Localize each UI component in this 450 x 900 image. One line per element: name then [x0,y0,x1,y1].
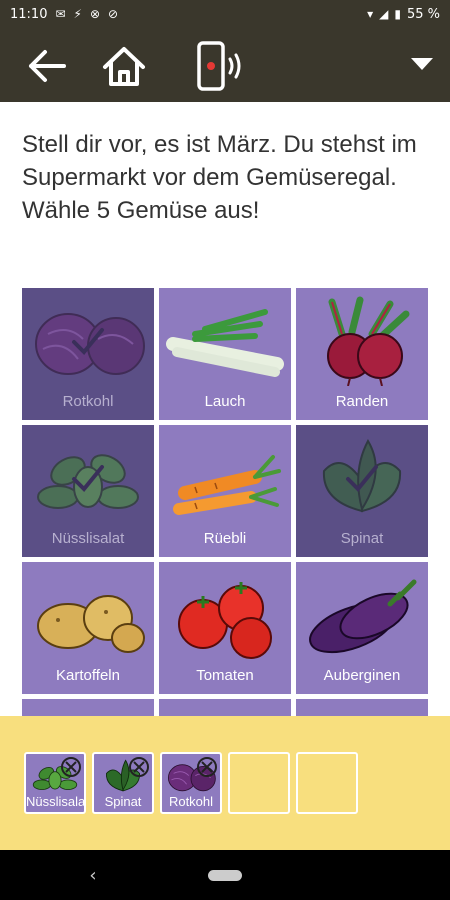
vegetable-tile[interactable]: Lauch [159,288,291,420]
vegetable-label: Rüebli [203,530,247,547]
blocked-icon: ⊗ [89,7,101,21]
vegetable-label: Auberginen [323,667,401,684]
eggplant-icon [309,579,417,654]
task-prompt: Stell dir vor, es ist März. Du stehst im… [22,131,417,224]
bolt-icon: ⚡ [73,7,82,21]
vegetable-label: Kartoffeln [56,667,120,684]
selection-tray: Nüsslisalat Spinat Rotkohl [0,716,450,850]
messages-icon: ✉ [55,7,66,21]
vegetable-label: Spinat [340,530,384,547]
selected-slot[interactable]: Spinat [92,752,154,814]
tomato-icon [178,582,272,659]
remove-icon[interactable] [128,756,150,778]
signal-icon: ◢ [379,7,389,21]
status-bar: 11:10 ✉ ⚡ ⊗ ⊘ ▾ ◢ ▮ 55 % [0,0,450,28]
vegetable-tile[interactable]: Tomaten [159,562,291,694]
empty-slot [296,752,358,814]
remove-icon[interactable] [196,756,218,778]
vegetable-tile[interactable]: Randen [296,288,428,420]
home-button[interactable] [98,42,150,90]
triangle-down-icon [411,58,433,70]
wifi-icon: ▾ [367,7,374,21]
menu-dropdown-button[interactable] [406,52,438,76]
no-entry-icon: ⊘ [108,7,119,21]
vegetable-label: Tomaten [196,667,254,684]
vegetable-label: Lauch [204,393,246,410]
arrow-left-icon [29,50,66,82]
app-bar [0,28,450,102]
selected-slot[interactable]: Rotkohl [160,752,222,814]
vegetable-tile[interactable]: Spinat [296,425,428,557]
checkmark-icon [346,465,378,492]
vegetable-tile[interactable]: Kartoffeln [22,562,154,694]
phone-vibrate-icon [197,41,241,91]
back-button[interactable] [22,44,72,88]
vegetable-label: Nüsslisalat [51,530,125,547]
nav-home-pill[interactable] [208,870,242,881]
vegetable-tile[interactable]: Rüebli [159,425,291,557]
vegetable-grid: Rotkohl Lauch Randen Nüsslisalat Rüebli Spina… [22,288,430,718]
clock: 11:10 [10,6,48,22]
checkmark-icon [72,328,104,355]
system-nav-bar: ‹ [0,850,450,900]
vegetable-tile[interactable]: Nüsslisalat [22,425,154,557]
slot-label: Rotkohl [168,794,214,809]
vegetable-tile[interactable]: Rotkohl [22,288,154,420]
vegetable-label: Randen [335,393,389,410]
beetroot-icon [327,296,410,386]
empty-slot [228,752,290,814]
nav-back-button[interactable]: ‹ [82,862,104,888]
home-icon [103,47,145,86]
battery-level: 55 % [406,6,440,22]
vegetable-tile[interactable]: Auberginen [296,562,428,694]
color-palette-button[interactable] [344,38,400,92]
potato-icon [37,595,145,653]
device-button[interactable] [192,40,248,92]
slot-label: Nüsslisalat [26,794,84,809]
vegetable-label: Rotkohl [62,393,114,410]
carrot-icon [173,455,281,515]
checkmark-icon [72,465,104,492]
leek-icon [166,309,284,377]
remove-icon[interactable] [60,756,82,778]
slot-label: Spinat [104,794,142,809]
battery-icon: ▮ [394,7,401,21]
selected-slot[interactable]: Nüsslisalat [24,752,86,814]
